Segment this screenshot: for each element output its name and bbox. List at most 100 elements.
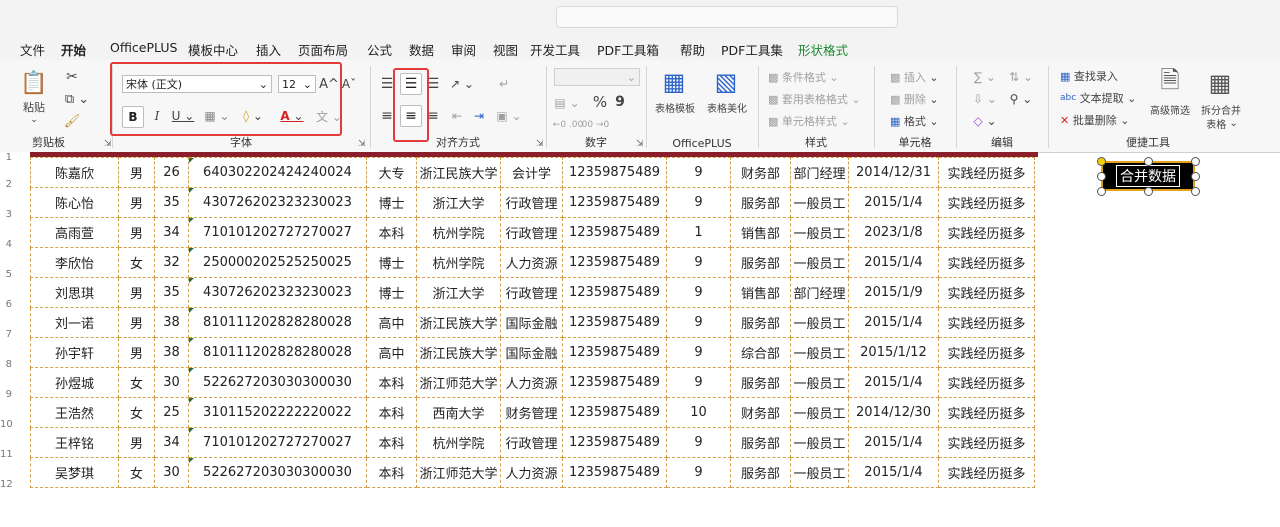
table-cell[interactable]: 430726202323230023 (188, 187, 367, 218)
table-cell[interactable]: 实践经历挺多 (938, 457, 1035, 488)
table-cell[interactable]: 710101202727270027 (188, 217, 367, 248)
table-cell[interactable]: 实践经历挺多 (938, 247, 1035, 278)
table-cell[interactable]: 810111202828280028 (188, 307, 367, 338)
row-number[interactable]: 10 (0, 419, 13, 430)
row-number[interactable]: 11 (0, 449, 13, 460)
table-cell[interactable]: 王梓铭 (30, 427, 119, 458)
table-cell[interactable]: 销售部 (730, 277, 791, 308)
resize-handle-icon[interactable] (1191, 157, 1200, 166)
table-cell[interactable]: 35 (154, 187, 189, 218)
table-cell[interactable]: 服务部 (730, 247, 791, 278)
paste-dropdown-icon[interactable]: ⌄ (26, 114, 42, 126)
table-beautify-button[interactable]: 表格美化 (702, 100, 752, 115)
font-launcher-icon[interactable]: ⇲ (358, 139, 366, 149)
table-style-button[interactable]: ▩ 套用表格格式 ⌄ (768, 90, 861, 108)
text-extract-button[interactable]: abc 文本提取 ⌄ (1060, 90, 1136, 106)
menu-file[interactable]: 文件 (20, 40, 45, 59)
resize-handle-icon[interactable] (1191, 172, 1200, 181)
insert-cell-button[interactable]: ▩ 插入 ⌄ (890, 68, 939, 86)
advanced-filter-button[interactable]: 高级筛选 (1142, 102, 1198, 117)
menu-pdf-toolbox[interactable]: PDF工具箱 (597, 40, 659, 59)
table-cell[interactable]: 2015/1/4 (848, 187, 939, 218)
paste-button[interactable]: 粘贴 (14, 100, 54, 114)
table-cell[interactable]: 2015/1/4 (848, 427, 939, 458)
table-cell[interactable]: 会计学 (500, 157, 563, 188)
table-cell[interactable]: 杭州学院 (416, 247, 501, 278)
table-cell[interactable]: 12359875489 (562, 277, 667, 308)
table-cell[interactable]: 2015/1/4 (848, 457, 939, 488)
table-cell[interactable]: 38 (154, 307, 189, 338)
accounting-icon[interactable]: ▤ ⌄ (554, 94, 580, 112)
table-cell[interactable]: 12359875489 (562, 307, 667, 338)
table-cell[interactable]: 服务部 (730, 307, 791, 338)
table-cell[interactable]: 高中 (366, 337, 417, 368)
table-cell[interactable]: 一般员工 (790, 307, 849, 338)
table-cell[interactable]: 国际金融 (500, 307, 563, 338)
find-select-icon[interactable]: ⚲ ⌄ (1006, 90, 1036, 108)
table-cell[interactable]: 博士 (366, 247, 417, 278)
table-cell[interactable]: 2015/1/4 (848, 247, 939, 278)
table-cell[interactable]: 一般员工 (790, 337, 849, 368)
table-cell[interactable]: 行政管理 (500, 187, 563, 218)
table-cell[interactable]: 销售部 (730, 217, 791, 248)
table-cell[interactable]: 12359875489 (562, 367, 667, 398)
table-cell[interactable]: 实践经历挺多 (938, 427, 1035, 458)
table-cell[interactable]: 一般员工 (790, 427, 849, 458)
format-cell-button[interactable]: ▦ 格式 ⌄ (890, 112, 939, 130)
table-cell[interactable]: 一般员工 (790, 187, 849, 218)
row-number[interactable]: 3 (0, 209, 12, 220)
row-number[interactable]: 7 (0, 329, 12, 340)
table-cell[interactable]: 杭州学院 (416, 427, 501, 458)
table-cell[interactable]: 实践经历挺多 (938, 397, 1035, 428)
table-cell[interactable]: 32 (154, 247, 189, 278)
conditional-format-button[interactable]: ▩ 条件格式 ⌄ (768, 68, 839, 86)
copy-icon[interactable]: ⧉ ⌄ (62, 90, 92, 108)
table-cell[interactable]: 高中 (366, 307, 417, 338)
table-cell[interactable]: 西南大学 (416, 397, 501, 428)
table-cell[interactable]: 522627203030300030 (188, 457, 367, 488)
resize-handle-icon[interactable] (1144, 187, 1153, 196)
table-cell[interactable]: 财务部 (730, 157, 791, 188)
table-cell[interactable]: 李欣怡 (30, 247, 119, 278)
table-cell[interactable]: 刘一诺 (30, 307, 119, 338)
table-cell[interactable]: 博士 (366, 277, 417, 308)
table-cell[interactable]: 男 (118, 217, 155, 248)
rotate-handle-icon[interactable] (1097, 157, 1106, 166)
table-cell[interactable]: 12359875489 (562, 337, 667, 368)
resize-handle-icon[interactable] (1144, 157, 1153, 166)
decrease-indent-icon[interactable]: ⇤ (448, 106, 466, 126)
table-cell[interactable]: 2015/1/4 (848, 307, 939, 338)
table-cell[interactable]: 34 (154, 427, 189, 458)
table-cell[interactable]: 12359875489 (562, 187, 667, 218)
table-cell[interactable]: 9 (666, 427, 731, 458)
split-merge-icon[interactable]: ▦ (1206, 68, 1234, 98)
row-number[interactable]: 9 (0, 389, 12, 400)
table-cell[interactable]: 2015/1/12 (848, 337, 939, 368)
search-box[interactable] (556, 6, 898, 28)
table-cell[interactable]: 男 (118, 307, 155, 338)
menu-pdf-tools[interactable]: PDF工具集 (721, 40, 783, 59)
table-cell[interactable]: 王浩然 (30, 397, 119, 428)
table-cell[interactable]: 2023/1/8 (848, 217, 939, 248)
table-cell[interactable]: 1 (666, 217, 731, 248)
row-number[interactable]: 6 (0, 299, 12, 310)
table-cell[interactable]: 9 (666, 247, 731, 278)
cell-style-button[interactable]: ▩ 单元格样式 ⌄ (768, 112, 850, 130)
table-cell[interactable]: 女 (118, 247, 155, 278)
table-cell[interactable]: 行政管理 (500, 277, 563, 308)
delete-cell-button[interactable]: ▩ 删除 ⌄ (890, 90, 939, 108)
table-cell[interactable]: 陈心怡 (30, 187, 119, 218)
fill-icon[interactable]: ⇩ ⌄ (970, 90, 1000, 108)
table-cell[interactable]: 浙江师范大学 (416, 457, 501, 488)
table-cell[interactable]: 10 (666, 397, 731, 428)
table-cell[interactable]: 女 (118, 367, 155, 398)
table-cell[interactable]: 部门经理 (790, 277, 849, 308)
table-cell[interactable]: 710101202727270027 (188, 427, 367, 458)
decrease-decimal-button[interactable]: .00 →0 (579, 116, 609, 134)
table-cell[interactable]: 12359875489 (562, 247, 667, 278)
format-painter-icon[interactable]: 🖌 (62, 112, 82, 130)
table-cell[interactable]: 人力资源 (500, 457, 563, 488)
resize-handle-icon[interactable] (1097, 187, 1106, 196)
table-cell[interactable]: 刘思琪 (30, 277, 119, 308)
table-cell[interactable]: 服务部 (730, 367, 791, 398)
